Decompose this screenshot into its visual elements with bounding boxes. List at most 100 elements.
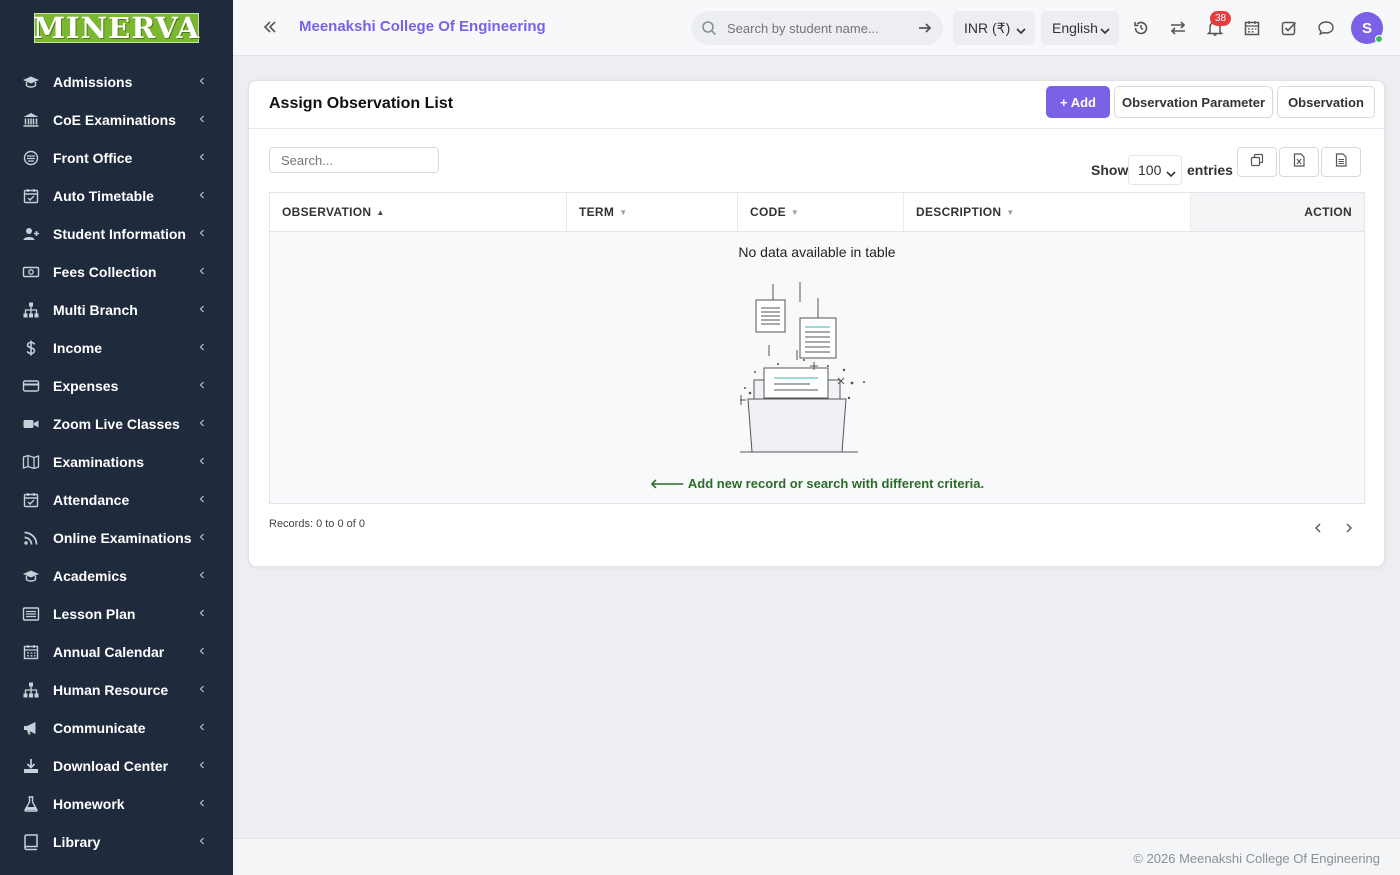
sidebar-item-front-office[interactable]: Front Office <box>0 139 233 177</box>
entries-label: entries <box>1187 162 1233 178</box>
chevron-down-icon <box>1166 166 1176 178</box>
sidebar-item-label: Lesson Plan <box>53 606 136 622</box>
excel-export-button[interactable] <box>1279 147 1319 177</box>
observation-list-card: Assign Observation List + Add Observatio… <box>248 80 1385 567</box>
history-icon[interactable] <box>1132 19 1150 37</box>
sidebar-item-lesson-plan[interactable]: Lesson Plan <box>0 595 233 633</box>
sidebar-item-label: Library <box>53 834 101 850</box>
institution-icon <box>22 111 40 129</box>
sidebar-item-label: Homework <box>53 796 125 812</box>
sidebar-item-download-center[interactable]: Download Center <box>0 747 233 785</box>
column-header-observation[interactable]: OBSERVATION ▲ <box>270 193 567 231</box>
sitemap-icon <box>22 301 40 319</box>
chevron-left-icon <box>197 493 207 507</box>
sidebar-item-attendance[interactable]: Attendance <box>0 481 233 519</box>
table-body: No data available in table 🡐 Add new rec… <box>270 232 1364 503</box>
sidebar-item-label: Multi Branch <box>53 302 138 318</box>
list-alt-icon <box>22 605 40 623</box>
sidebar-item-income[interactable]: Income <box>0 329 233 367</box>
chevron-left-icon <box>197 151 207 165</box>
sidebar-item-label: Student Information <box>53 226 186 242</box>
arrow-right-icon[interactable] <box>917 20 933 36</box>
sidebar-item-label: Auto Timetable <box>53 188 154 204</box>
chevron-left-icon <box>197 75 207 89</box>
table-search-input[interactable] <box>269 147 439 173</box>
sidebar-item-student-information[interactable]: Student Information <box>0 215 233 253</box>
sidebar-item-annual-calendar[interactable]: Annual Calendar <box>0 633 233 671</box>
sidebar-item-label: Fees Collection <box>53 264 157 280</box>
chevron-left-icon <box>197 607 207 621</box>
student-search-input[interactable] <box>727 20 907 36</box>
empty-hint-text: Add new record or search with different … <box>687 476 985 491</box>
front-office-icon <box>22 149 40 167</box>
search-icon <box>701 20 717 36</box>
sidebar-item-online-examinations[interactable]: Online Examinations <box>0 519 233 557</box>
chevron-left-icon <box>197 341 207 355</box>
column-header-term[interactable]: TERM ▼ <box>567 193 738 231</box>
logo-area: MINERVA <box>0 0 233 56</box>
sidebar-item-label: Academics <box>53 568 127 584</box>
sidebar-item-human-resource[interactable]: Human Resource <box>0 671 233 709</box>
sidebar-item-zoom-live-classes[interactable]: Zoom Live Classes <box>0 405 233 443</box>
column-header-description[interactable]: DESCRIPTION ▼ <box>904 193 1191 231</box>
task-check-icon[interactable] <box>1280 19 1298 37</box>
sidebar-item-label: Annual Calendar <box>53 644 165 660</box>
sidebar-item-academics[interactable]: Academics <box>0 557 233 595</box>
chevron-left-icon <box>197 531 207 545</box>
credit-card-icon <box>22 377 40 395</box>
sidebar: MINERVA Admissions CoE Examinations Front … <box>0 0 233 875</box>
copy-button[interactable] <box>1237 147 1277 177</box>
exchange-icon[interactable] <box>1169 19 1187 37</box>
sidebar-item-label: Download Center <box>53 758 169 774</box>
chevron-left-icon <box>197 379 207 393</box>
sidebar-item-library[interactable]: Library <box>0 823 233 861</box>
show-label: Show <box>1091 162 1129 178</box>
sidebar-item-expenses[interactable]: Expenses <box>0 367 233 405</box>
logo[interactable]: MINERVA <box>33 13 199 43</box>
video-camera-icon <box>22 415 40 433</box>
previous-page-button[interactable] <box>1311 521 1325 535</box>
page-title: Assign Observation List <box>269 95 454 112</box>
sidebar-item-multi-branch[interactable]: Multi Branch <box>0 291 233 329</box>
sidebar-item-communicate[interactable]: Communicate <box>0 709 233 747</box>
sidebar-item-coe-examinations[interactable]: CoE Examinations <box>0 101 233 139</box>
sidebar-item-label: Online Examinations <box>53 530 192 546</box>
entries-select[interactable]: 100 <box>1128 155 1182 185</box>
sidebar-item-label: Admissions <box>53 74 133 90</box>
file-text-icon <box>1334 152 1348 172</box>
column-header-label: OBSERVATION <box>282 205 372 219</box>
csv-export-button[interactable] <box>1321 147 1361 177</box>
sidebar-item-label: CoE Examinations <box>53 112 176 128</box>
book-icon <box>22 833 40 851</box>
sidebar-item-fees-collection[interactable]: Fees Collection <box>0 253 233 291</box>
column-header-code[interactable]: CODE ▼ <box>738 193 904 231</box>
download-icon <box>22 757 40 775</box>
sort-icon: ▼ <box>1006 207 1015 217</box>
footer: © 2026 Meenakshi College Of Engineering <box>233 838 1400 875</box>
collapse-sidebar-icon[interactable] <box>261 18 279 36</box>
add-button[interactable]: + Add <box>1046 86 1110 118</box>
sort-asc-icon: ▲ <box>376 207 385 217</box>
dollar-icon <box>22 339 40 357</box>
observation-parameter-button[interactable]: Observation Parameter <box>1114 86 1273 118</box>
sidebar-item-examinations[interactable]: Examinations <box>0 443 233 481</box>
sidebar-item-label: Attendance <box>53 492 130 508</box>
sidebar-item-auto-timetable[interactable]: Auto Timetable <box>0 177 233 215</box>
column-header-label: DESCRIPTION <box>916 205 1002 219</box>
rss-icon <box>22 529 40 547</box>
next-page-button[interactable] <box>1342 521 1356 535</box>
sidebar-menu: Admissions CoE Examinations Front Office Au… <box>0 63 233 861</box>
no-data-message: No data available in table <box>738 244 896 260</box>
chevron-left-icon <box>197 227 207 241</box>
chevron-down-icon <box>1100 23 1110 35</box>
sidebar-item-admissions[interactable]: Admissions <box>0 63 233 101</box>
user-plus-icon <box>22 225 40 243</box>
sidebar-item-homework[interactable]: Homework <box>0 785 233 823</box>
chat-icon[interactable] <box>1317 19 1335 37</box>
calendar-check-icon <box>22 187 40 205</box>
calendar-icon[interactable] <box>1243 19 1261 37</box>
college-title[interactable]: Meenakshi College Of Engineering <box>299 18 546 35</box>
language-select[interactable]: English <box>1041 11 1119 45</box>
observation-button[interactable]: Observation <box>1277 86 1375 118</box>
currency-select[interactable]: INR (₹) <box>953 11 1035 45</box>
